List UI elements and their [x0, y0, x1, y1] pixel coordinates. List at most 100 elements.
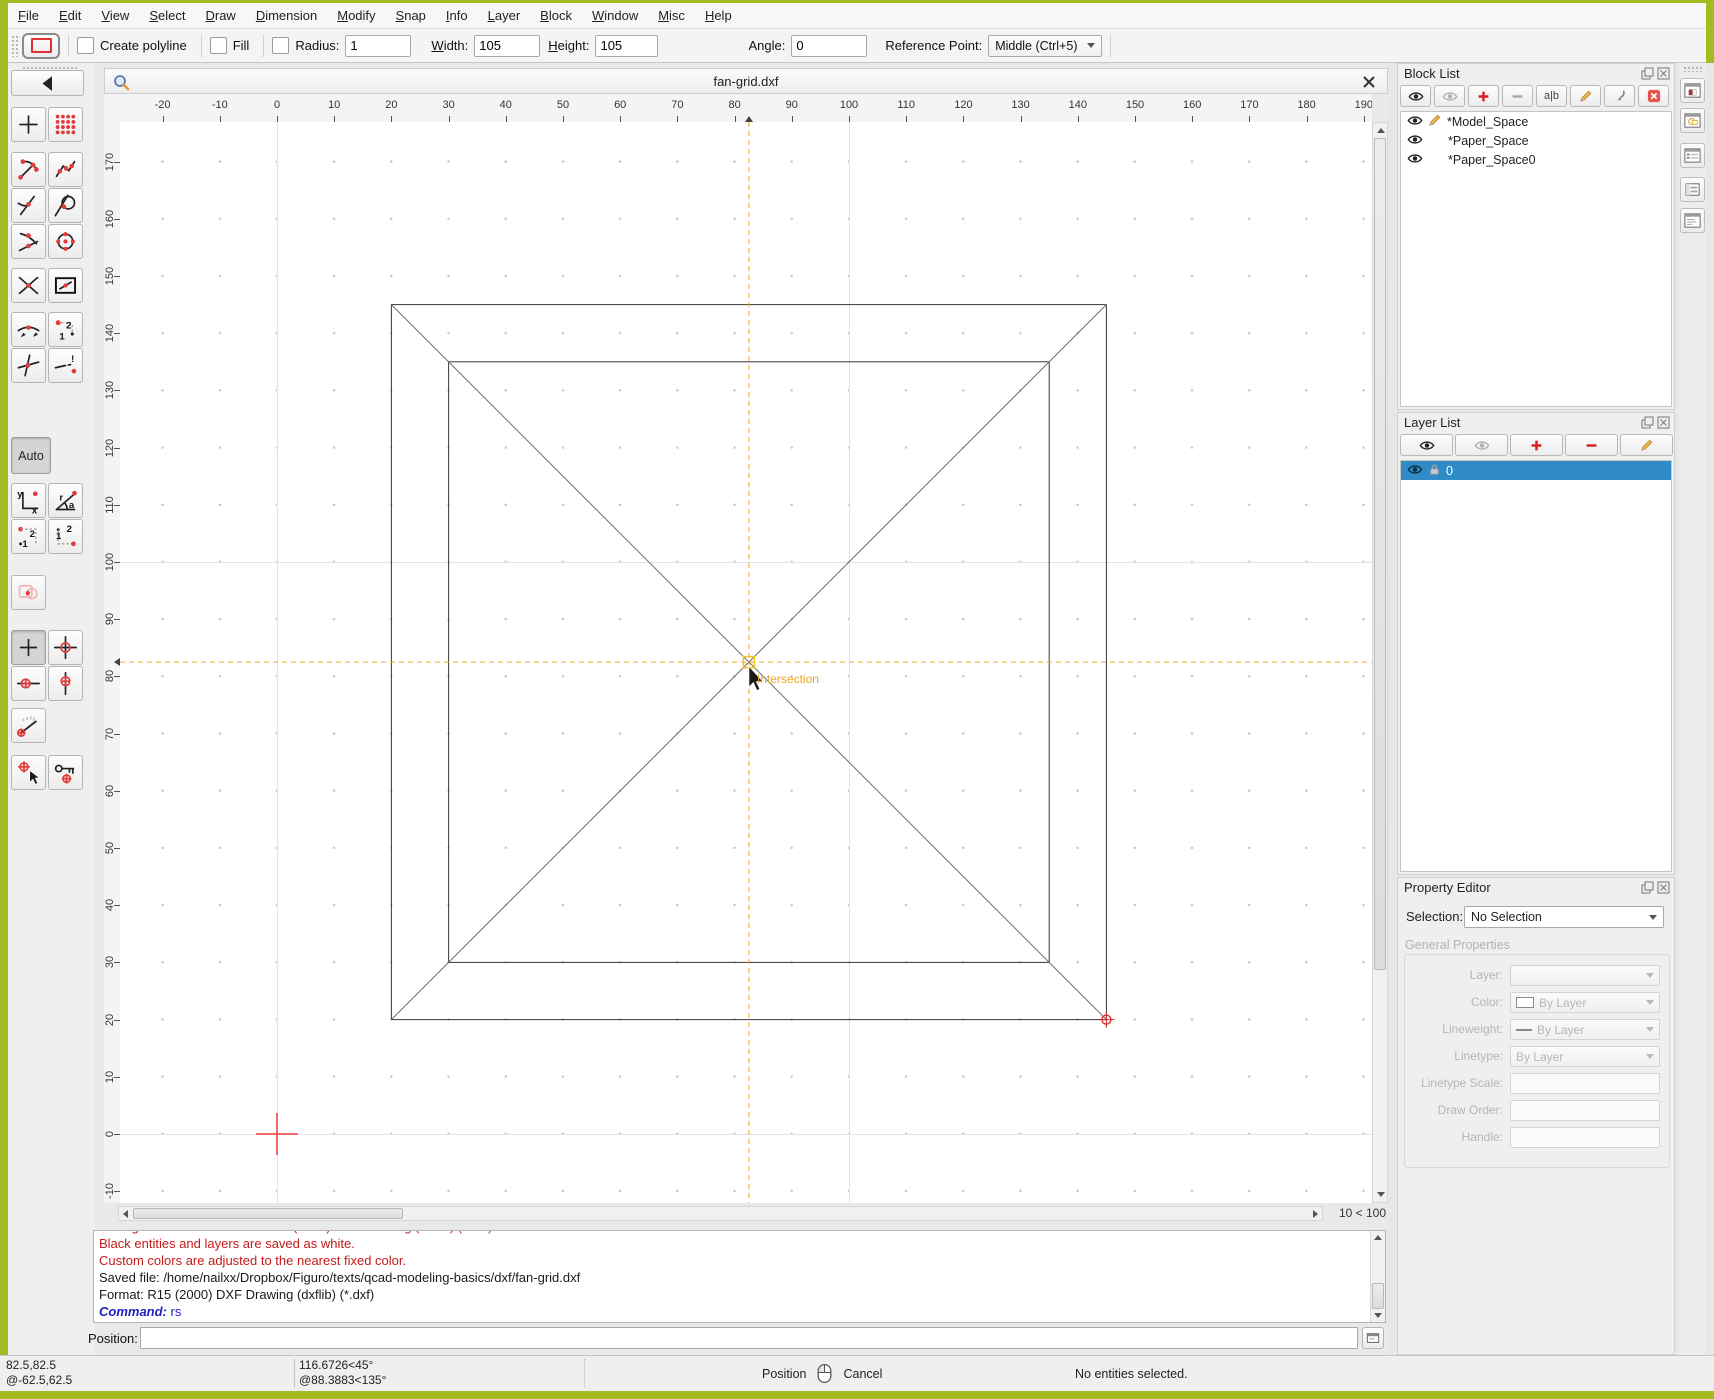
- ortho-yx-button[interactable]: 1 2: [48, 519, 83, 554]
- toolbar-drag-handle[interactable]: [11, 34, 18, 57]
- position-input[interactable]: [140, 1327, 1358, 1349]
- property-select[interactable]: [1510, 965, 1660, 986]
- v-scroll-thumb[interactable]: [1374, 138, 1386, 970]
- height-input[interactable]: [595, 34, 659, 57]
- rename-block-button[interactable]: a|b: [1536, 85, 1567, 107]
- radius-checkbox[interactable]: [272, 37, 290, 54]
- menu-snap[interactable]: Snap: [386, 3, 436, 28]
- scroll-right-icon[interactable]: [1313, 1210, 1318, 1218]
- command-line-toggle-button[interactable]: [1680, 208, 1705, 233]
- snap-crossing-button[interactable]: [11, 348, 46, 383]
- restrict-nothing-button[interactable]: [11, 630, 46, 665]
- eye-icon[interactable]: [1407, 463, 1423, 479]
- block-row[interactable]: *Paper_Space: [1401, 131, 1671, 150]
- edit-block-button[interactable]: [1570, 85, 1601, 107]
- snap-on-entity-button[interactable]: [48, 152, 83, 187]
- insert-block-button[interactable]: [1604, 85, 1635, 107]
- close-panel-icon[interactable]: [1657, 416, 1670, 429]
- restrict-vertical-button[interactable]: [48, 666, 83, 701]
- canvas-vertical-scrollbar[interactable]: [1372, 122, 1388, 1203]
- auto-snap-button[interactable]: Auto: [11, 437, 51, 474]
- rectangle-tool-button[interactable]: [22, 32, 60, 59]
- snap-free-button[interactable]: [11, 107, 46, 142]
- drawing-canvas[interactable]: Intersection: [120, 122, 1372, 1203]
- snap-intersection-manual-button[interactable]: [48, 268, 83, 303]
- show-all-layers-button[interactable]: [1400, 434, 1453, 456]
- block-row[interactable]: *Model_Space: [1401, 112, 1671, 131]
- snap-distance-manual-button[interactable]: !: [48, 348, 83, 383]
- command-scrollbar[interactable]: [1370, 1231, 1385, 1322]
- width-input[interactable]: [474, 34, 541, 57]
- edit-layer-button[interactable]: [1620, 434, 1673, 456]
- lock-relative-zero-button[interactable]: [48, 755, 83, 790]
- snap-angle-button[interactable]: [11, 708, 46, 743]
- menu-draw[interactable]: Draw: [195, 3, 245, 28]
- dock-drag-handle[interactable]: [1683, 66, 1702, 72]
- restrict-both-button[interactable]: [48, 630, 83, 665]
- snap-endpoints-button[interactable]: [11, 152, 46, 187]
- menu-modify[interactable]: Modify: [327, 3, 385, 28]
- scroll-down-icon[interactable]: [1377, 1192, 1385, 1197]
- add-block-button[interactable]: [1468, 85, 1499, 107]
- menu-select[interactable]: Select: [139, 3, 195, 28]
- menu-layer[interactable]: Layer: [478, 3, 531, 28]
- selection-select[interactable]: No Selection: [1464, 906, 1664, 928]
- snap-perpendicular-button[interactable]: [11, 188, 46, 223]
- menu-info[interactable]: Info: [436, 3, 478, 28]
- remove-layer-button[interactable]: [1565, 434, 1618, 456]
- property-select[interactable]: By Layer: [1510, 1019, 1660, 1040]
- menu-edit[interactable]: Edit: [49, 3, 91, 28]
- menu-help[interactable]: Help: [695, 3, 742, 28]
- property-input[interactable]: [1510, 1073, 1660, 1094]
- ortho-xy-button[interactable]: 2 1: [11, 519, 46, 554]
- hide-all-blocks-button[interactable]: [1434, 85, 1465, 107]
- close-panel-icon[interactable]: [1657, 881, 1670, 894]
- layer-row[interactable]: 0: [1401, 461, 1671, 480]
- menu-misc[interactable]: Misc: [648, 3, 695, 28]
- set-relative-zero-button[interactable]: [11, 755, 46, 790]
- hide-all-layers-button[interactable]: [1455, 434, 1508, 456]
- radius-input[interactable]: [345, 34, 412, 57]
- command-history-panel[interactable]: Saving to file format version 'R15 (2000…: [93, 1230, 1386, 1323]
- property-input[interactable]: [1510, 1127, 1660, 1148]
- scroll-up-icon[interactable]: [1374, 1235, 1382, 1240]
- coordinate-cartesian-button[interactable]: y x: [11, 483, 46, 518]
- cmd-scroll-thumb[interactable]: [1372, 1283, 1384, 1309]
- fill-checkbox[interactable]: [209, 37, 227, 54]
- library-browser-toggle-button[interactable]: [1680, 78, 1705, 103]
- h-scroll-thumb[interactable]: [133, 1208, 403, 1219]
- coordinate-polar-button[interactable]: r a: [48, 483, 83, 518]
- snap-auto-button[interactable]: [11, 312, 46, 347]
- block-list-toggle-button[interactable]: [1680, 108, 1705, 133]
- menu-window[interactable]: Window: [582, 3, 648, 28]
- menu-block[interactable]: Block: [530, 3, 582, 28]
- scroll-up-icon[interactable]: [1377, 128, 1385, 133]
- purge-block-button[interactable]: [1638, 85, 1669, 107]
- property-select[interactable]: By Layer: [1510, 1046, 1660, 1067]
- property-select[interactable]: By Layer: [1510, 992, 1660, 1013]
- add-layer-button[interactable]: [1510, 434, 1563, 456]
- property-input[interactable]: [1510, 1100, 1660, 1121]
- back-button[interactable]: [11, 70, 84, 96]
- close-panel-icon[interactable]: [1657, 67, 1670, 80]
- eye-icon[interactable]: [1407, 114, 1423, 130]
- menu-view[interactable]: View: [91, 3, 139, 28]
- snap-grid-button[interactable]: [48, 107, 83, 142]
- canvas-horizontal-scrollbar[interactable]: [118, 1206, 1323, 1221]
- document-titlebar[interactable]: fan-grid.dxf: [104, 68, 1388, 94]
- reference-point-select[interactable]: Middle (Ctrl+5): [988, 34, 1103, 57]
- remove-block-button[interactable]: [1502, 85, 1533, 107]
- block-row[interactable]: *Paper_Space0: [1401, 150, 1671, 169]
- eye-icon[interactable]: [1407, 133, 1423, 149]
- scroll-left-icon[interactable]: [123, 1210, 128, 1218]
- scroll-down-icon[interactable]: [1374, 1313, 1382, 1318]
- layer-list-toggle-button[interactable]: [1680, 143, 1705, 168]
- float-panel-icon[interactable]: [1641, 67, 1654, 80]
- snap-center-button[interactable]: [48, 224, 83, 259]
- restrict-orthogonal-button[interactable]: [11, 575, 46, 610]
- menu-file[interactable]: File: [8, 3, 49, 28]
- show-all-blocks-button[interactable]: [1400, 85, 1431, 107]
- property-editor-toggle-button[interactable]: [1680, 177, 1705, 202]
- snap-tangential-button[interactable]: [48, 188, 83, 223]
- float-panel-icon[interactable]: [1641, 416, 1654, 429]
